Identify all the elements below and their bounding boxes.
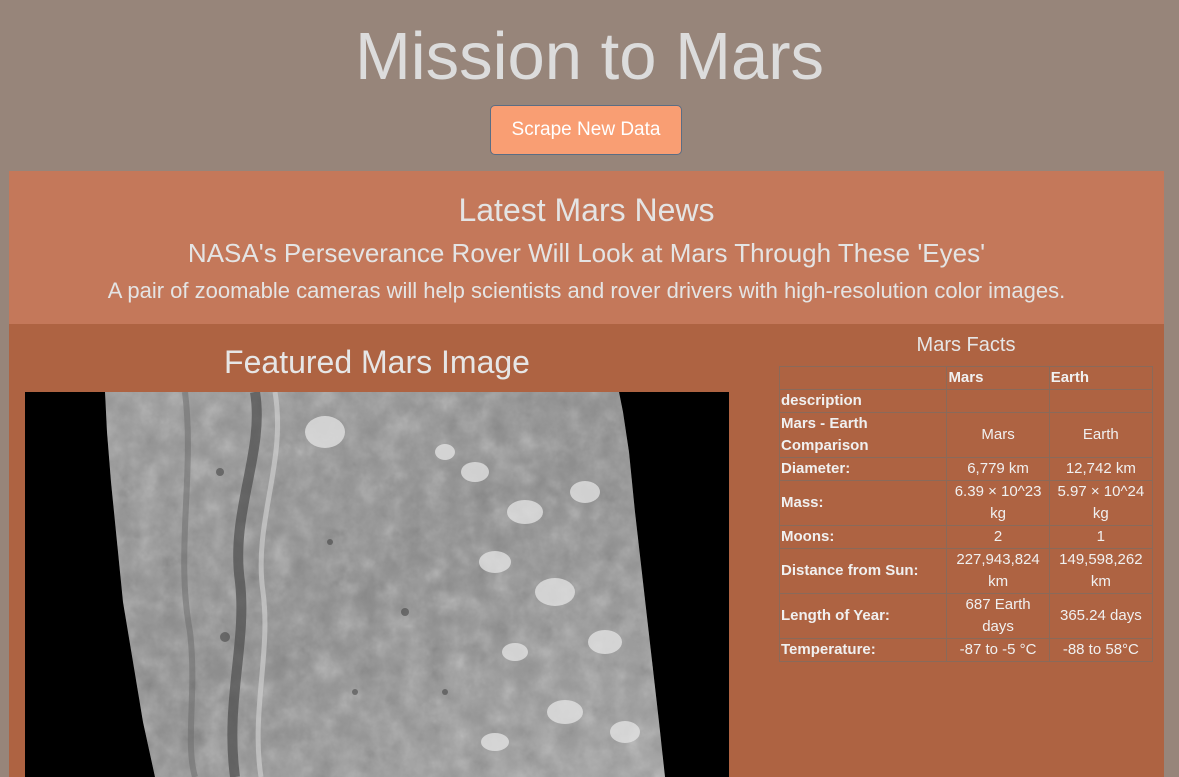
mars-value: 227,943,824 km bbox=[946, 548, 1050, 594]
table-row: Distance from Sun: 227,943,824 km 149,59… bbox=[778, 548, 1154, 594]
table-header-row: Mars Earth bbox=[778, 366, 1154, 390]
table-row: Moons: 2 1 bbox=[778, 525, 1154, 549]
row-label: Mars - Earth Comparison bbox=[778, 412, 948, 458]
earth-value: 149,598,262 km bbox=[1048, 548, 1154, 594]
earth-value: 5.97 × 10^24 kg bbox=[1048, 480, 1154, 526]
mars-surface-image bbox=[25, 392, 729, 777]
table-row: Length of Year: 687 Earth days 365.24 da… bbox=[778, 593, 1154, 639]
news-title: NASA's Perseverance Rover Will Look at M… bbox=[187, 238, 986, 268]
column-header-earth: Earth bbox=[1048, 366, 1154, 390]
mars-value: 687 Earth days bbox=[946, 593, 1050, 639]
mars-value bbox=[946, 389, 1050, 413]
table-row: Diameter: 6,779 km 12,742 km bbox=[778, 457, 1154, 481]
scrape-button[interactable]: Scrape New Data bbox=[490, 105, 682, 155]
earth-value: 12,742 km bbox=[1048, 457, 1154, 481]
earth-value: 365.24 days bbox=[1048, 593, 1154, 639]
table-row: Temperature: -87 to -5 °C -88 to 58°C bbox=[778, 638, 1154, 662]
table-row: description bbox=[778, 389, 1154, 413]
page-title: Mission to Mars bbox=[354, 19, 825, 94]
table-row: Mars - Earth Comparison Mars Earth bbox=[778, 412, 1154, 458]
page-header: Mission to Mars Scrape New Data bbox=[0, 0, 1179, 171]
row-label: Length of Year: bbox=[778, 593, 948, 639]
row-label: Moons: bbox=[778, 525, 948, 549]
mars-value: Mars bbox=[946, 412, 1050, 458]
content-section: Featured Mars Image Mars Facts Mars Eart… bbox=[9, 324, 1164, 777]
row-label: description bbox=[778, 389, 948, 413]
earth-value: -88 to 58°C bbox=[1048, 638, 1154, 662]
column-header-mars: Mars bbox=[946, 366, 1050, 390]
news-heading: Latest Mars News bbox=[458, 192, 715, 228]
news-section: Latest Mars News NASA's Perseverance Rov… bbox=[9, 171, 1164, 324]
earth-value: 1 bbox=[1048, 525, 1154, 549]
news-teaser: A pair of zoomable cameras will help sci… bbox=[107, 278, 1066, 303]
mars-facts-heading: Mars Facts bbox=[916, 334, 1016, 356]
row-label: Diameter: bbox=[778, 457, 948, 481]
mars-value: -87 to -5 °C bbox=[946, 638, 1050, 662]
row-label: Temperature: bbox=[778, 638, 948, 662]
row-label: Mass: bbox=[778, 480, 948, 526]
featured-image-heading: Featured Mars Image bbox=[224, 344, 530, 380]
earth-value bbox=[1048, 389, 1154, 413]
column-header-empty bbox=[778, 366, 948, 390]
earth-value: Earth bbox=[1048, 412, 1154, 458]
mars-facts-table: Mars Earth description Mars - Earth Comp… bbox=[778, 366, 1154, 662]
featured-mars-image bbox=[25, 392, 729, 777]
mars-value: 6,779 km bbox=[946, 457, 1050, 481]
table-row: Mass: 6.39 × 10^23 kg 5.97 × 10^24 kg bbox=[778, 480, 1154, 526]
row-label: Distance from Sun: bbox=[778, 548, 948, 594]
mars-value: 2 bbox=[946, 525, 1050, 549]
mars-value: 6.39 × 10^23 kg bbox=[946, 480, 1050, 526]
